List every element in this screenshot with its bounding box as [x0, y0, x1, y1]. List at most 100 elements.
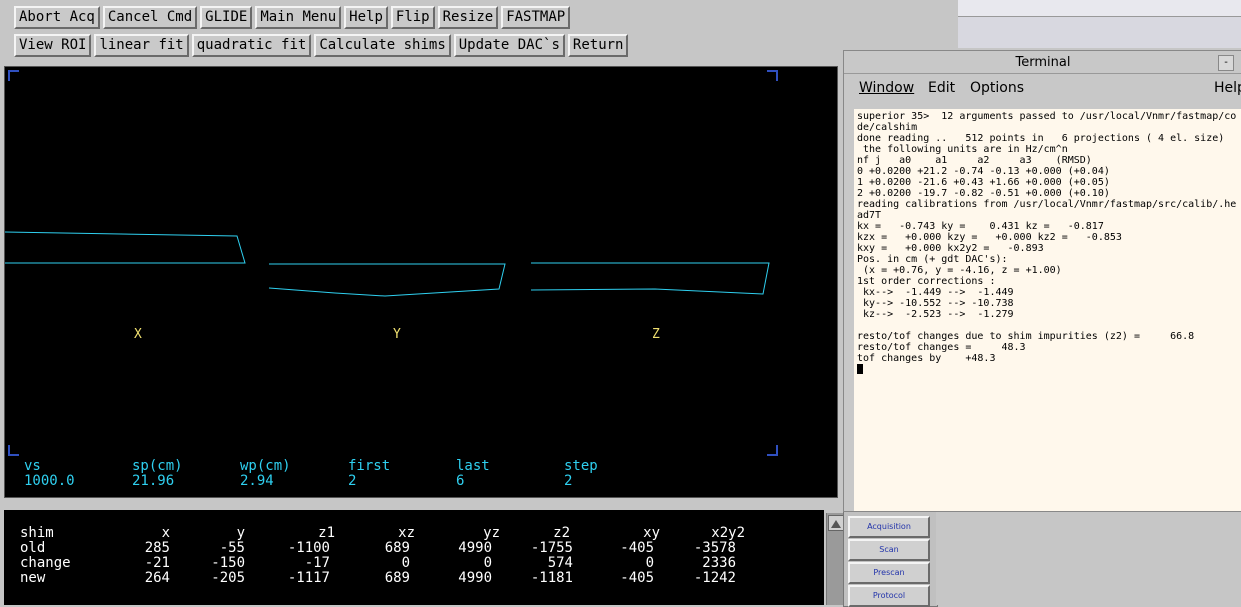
terminal-line: kzx = +0.000 kzy = +0.000 kz2 = -0.853: [857, 232, 1122, 243]
toolbar-row-1: Abort Acq Cancel Cmd GLIDE Main Menu Hel…: [14, 6, 571, 29]
shim-header: shim: [20, 525, 54, 541]
corner-mark: [8, 70, 19, 81]
shim-cell: 2336: [702, 555, 736, 571]
shim-cell: 285: [144, 540, 170, 556]
projection-plot: [5, 70, 778, 456]
x-projection-trace: [5, 231, 246, 264]
flip-button[interactable]: Flip: [390, 6, 435, 29]
shim-header-x2y2: x2y2: [711, 525, 745, 541]
shim-header-x: x: [161, 525, 170, 541]
terminal-titlebar[interactable]: Terminal -: [844, 51, 1241, 74]
shim-header-z1: z1: [318, 525, 335, 541]
glide-button[interactable]: GLIDE: [200, 6, 253, 29]
shim-cell: -405: [620, 570, 654, 586]
param-header-sp: sp(cm): [132, 458, 183, 474]
corner-mark: [767, 445, 778, 456]
cancel-cmd-button[interactable]: Cancel Cmd: [102, 6, 198, 29]
terminal-line: kz--> -2.523 --> -1.279: [857, 309, 1014, 320]
param-value-last[interactable]: 6: [456, 473, 464, 489]
terminal-line: ky--> -10.552 --> -10.738: [857, 298, 1014, 309]
param-value-wp[interactable]: 2.94: [240, 473, 274, 489]
shim-header-y: y: [236, 525, 245, 541]
return-button[interactable]: Return: [567, 34, 629, 57]
fastmap-button[interactable]: FASTMAP: [501, 6, 571, 29]
shim-cell: 0: [401, 555, 410, 571]
menu-edit[interactable]: Edit: [928, 80, 955, 96]
desktop-background-lower: [936, 510, 1241, 605]
shim-cell: -1117: [287, 570, 330, 586]
shim-table-scrollbar[interactable]: [826, 513, 844, 605]
shim-row-old: old 285 -55 -1100 689 4990 -1755 -405 -3…: [20, 541, 820, 556]
terminal-output[interactable]: superior 35> 12 arguments passed to /usr…: [854, 109, 1241, 511]
protocol-button[interactable]: Protocol: [848, 585, 930, 607]
shim-cell: -150: [211, 555, 245, 571]
view-roi-button[interactable]: View ROI: [14, 34, 92, 57]
menu-window[interactable]: Window: [859, 80, 914, 96]
shim-cell: -1181: [530, 570, 573, 586]
terminal-menubar: Window Edit Options Help: [844, 75, 1241, 101]
terminal-line: 1st order corrections :: [857, 276, 996, 287]
acquisition-button[interactable]: Acquisition: [848, 516, 930, 538]
main-menu-button[interactable]: Main Menu: [255, 6, 342, 29]
shim-cell: -205: [211, 570, 245, 586]
shim-header-yz: yz: [483, 525, 500, 541]
terminal-line: 0 +0.0200 +21.2 -0.74 -0.13 +0.000 (+0.0…: [857, 166, 1110, 177]
terminal-line: ad7T: [857, 210, 882, 221]
toolbar-row-2: View ROI linear fit quadratic fit Calcul…: [14, 34, 629, 57]
shim-cell: -3578: [693, 540, 736, 556]
shim-cell: 689: [384, 540, 410, 556]
shim-cell: 4990: [458, 540, 492, 556]
terminal-cursor: [857, 364, 1241, 375]
desktop-strip: [958, 0, 1241, 17]
linear-fit-button[interactable]: linear fit: [94, 34, 189, 57]
graphics-canvas[interactable]: X Y Z vs sp(cm) wp(cm) first last step 1…: [4, 66, 838, 498]
terminal-line: reading calibrations from /usr/local/Vnm…: [857, 199, 1237, 210]
param-header-first: first: [348, 458, 391, 474]
update-dacs-button[interactable]: Update DAC`s: [453, 34, 565, 57]
terminal-line: nf j a0 a1 a2 a3 (RMSD): [857, 155, 1092, 166]
menu-help[interactable]: Help: [1214, 80, 1241, 96]
terminal-line: kx = -0.743 ky = 0.431 kz = -0.817: [857, 221, 1104, 232]
shim-row-change: change -21 -150 -17 0 0 574 0 2336: [20, 556, 820, 571]
scan-button[interactable]: Scan: [848, 539, 930, 561]
shim-header-xy: xy: [643, 525, 660, 541]
terminal-line: de/calshim: [857, 122, 918, 133]
shim-cell: 4990: [458, 570, 492, 586]
prescan-button[interactable]: Prescan: [848, 562, 930, 584]
param-header-last: last: [456, 458, 490, 474]
shim-cell: -1100: [287, 540, 330, 556]
param-value-sp[interactable]: 21.96: [132, 473, 174, 489]
shim-cell: 264: [144, 570, 170, 586]
shim-table: shim x y z1 xz yz z2 xy x2y2 old 285 -55…: [4, 510, 824, 605]
calculate-shims-button[interactable]: Calculate shims: [314, 34, 451, 57]
terminal-line: 2 +0.0200 -19.7 -0.82 -0.51 +0.000 (+0.1…: [857, 188, 1110, 199]
shim-cell: 689: [384, 570, 410, 586]
quadratic-fit-button[interactable]: quadratic fit: [191, 34, 312, 57]
terminal-window[interactable]: Terminal - Window Edit Options Help supe…: [843, 50, 1241, 512]
terminal-line: done reading .. 512 points in 6 projecti…: [857, 133, 1225, 144]
corner-mark: [8, 445, 19, 456]
shim-row-label: change: [20, 555, 71, 571]
shim-row-label: old: [20, 540, 46, 556]
z-axis-label: Z: [652, 327, 660, 342]
terminal-line: tof changes by +48.3: [857, 353, 996, 364]
y-projection-trace: [268, 263, 506, 297]
resize-button[interactable]: Resize: [437, 6, 499, 29]
help-button[interactable]: Help: [344, 6, 388, 29]
shim-cell: -1242: [693, 570, 736, 586]
terminal-line: resto/tof changes due to shim impurities…: [857, 331, 1195, 342]
x-axis-label: X: [134, 327, 142, 342]
param-header-wp: wp(cm): [240, 458, 291, 474]
scroll-up-arrow-icon[interactable]: [828, 515, 844, 531]
abort-acq-button[interactable]: Abort Acq: [14, 6, 100, 29]
menu-options[interactable]: Options: [970, 80, 1024, 96]
terminal-line: Pos. in cm (+ gdt DAC's):: [857, 254, 1008, 265]
shim-cell: -405: [620, 540, 654, 556]
shim-cell: 574: [547, 555, 573, 571]
param-value-vs[interactable]: 1000.0: [24, 473, 75, 489]
param-value-step[interactable]: 2: [564, 473, 572, 489]
window-menu-icon[interactable]: -: [1218, 55, 1234, 71]
param-value-first[interactable]: 2: [348, 473, 356, 489]
shim-row-label: new: [20, 570, 46, 586]
